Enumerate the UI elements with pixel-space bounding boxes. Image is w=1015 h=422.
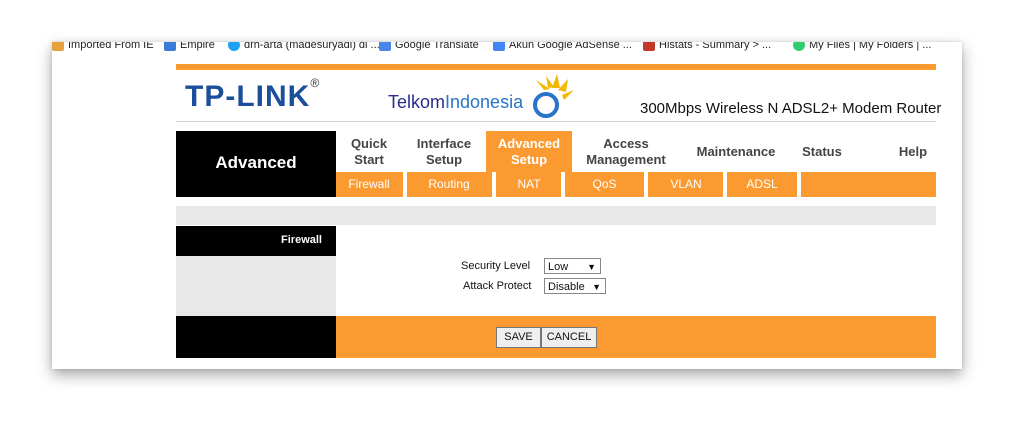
submenu-routing[interactable]: Routing <box>414 172 484 197</box>
header-divider <box>176 121 936 122</box>
section-title: Advanced <box>215 153 297 172</box>
menu-status[interactable]: Status <box>792 144 852 160</box>
section-title-block: Advanced <box>176 131 336 197</box>
save-button[interactable]: SAVE <box>496 327 541 348</box>
menu-interface-setup[interactable]: Interface Setup <box>408 136 480 168</box>
firewall-section-header: Firewall <box>176 226 336 256</box>
histats-icon <box>643 42 655 51</box>
empire-icon <box>164 42 176 51</box>
submenu-separator <box>492 172 496 197</box>
submenu-firewall[interactable]: Firewall <box>342 172 396 197</box>
folder-icon <box>52 42 64 51</box>
google-icon <box>493 42 505 51</box>
grey-strip <box>176 206 936 225</box>
footer-black-block <box>176 316 336 358</box>
submenu-separator <box>403 172 407 197</box>
menu-maintenance[interactable]: Maintenance <box>688 144 784 160</box>
translate-icon <box>379 42 391 51</box>
submenu-adsl[interactable]: ADSL <box>734 172 790 197</box>
bookmark-empire[interactable]: Empire <box>164 42 215 57</box>
submenu-separator <box>644 172 648 197</box>
submenu-nat[interactable]: NAT <box>502 172 556 197</box>
attack-protect-label: Attack Protect <box>463 280 532 292</box>
bookmark-twitter[interactable]: drh-arta (madesuryadi) di ... <box>228 42 380 57</box>
files-icon <box>793 42 805 51</box>
footer-orange-bar <box>336 316 936 358</box>
security-level-select[interactable]: Low ▼ <box>544 258 601 274</box>
menu-quick-start[interactable]: Quick Start <box>342 136 396 168</box>
telkom-logo: TelkomIndonesia <box>388 92 524 112</box>
menu-help[interactable]: Help <box>890 144 936 160</box>
submenu-qos[interactable]: QoS <box>572 172 637 197</box>
bookmark-imported-from-ie[interactable]: Imported From IE <box>52 42 154 57</box>
dropdown-arrow-icon: ▼ <box>587 262 596 272</box>
attack-protect-select[interactable]: Disable ▼ <box>544 278 606 294</box>
browser-window: Imported From IE Empire drh-arta (madesu… <box>52 42 962 369</box>
left-grey-panel <box>176 256 336 316</box>
cancel-button[interactable]: CANCEL <box>541 327 597 348</box>
menu-access-management[interactable]: Access Management <box>578 136 674 168</box>
tplink-logo: TP-LINK® <box>185 76 321 113</box>
telkom-sun-icon <box>533 74 574 118</box>
menu-advanced-setup[interactable]: Advanced Setup <box>486 131 572 172</box>
submenu-separator <box>561 172 565 197</box>
bookmark-my-files[interactable]: My Files | My Folders | ... <box>793 42 931 57</box>
security-level-label: Security Level <box>461 260 531 272</box>
bookmark-adsense[interactable]: Akun Google AdSense ... <box>493 42 632 57</box>
submenu-vlan[interactable]: VLAN <box>654 172 718 197</box>
top-accent-bar <box>176 64 936 70</box>
dropdown-arrow-icon: ▼ <box>592 282 601 292</box>
firewall-section-label: Firewall <box>281 234 322 246</box>
twitter-icon <box>228 42 240 51</box>
submenu-separator <box>723 172 727 197</box>
submenu-separator <box>797 172 801 197</box>
product-name: 300Mbps Wireless N ADSL2+ Modem Router <box>640 100 942 117</box>
bookmark-google-translate[interactable]: Google Translate <box>379 42 479 57</box>
bookmarks-bar: Imported From IE Empire drh-arta (madesu… <box>52 42 962 64</box>
bookmark-histats[interactable]: Histats - Summary > ... <box>643 42 771 57</box>
